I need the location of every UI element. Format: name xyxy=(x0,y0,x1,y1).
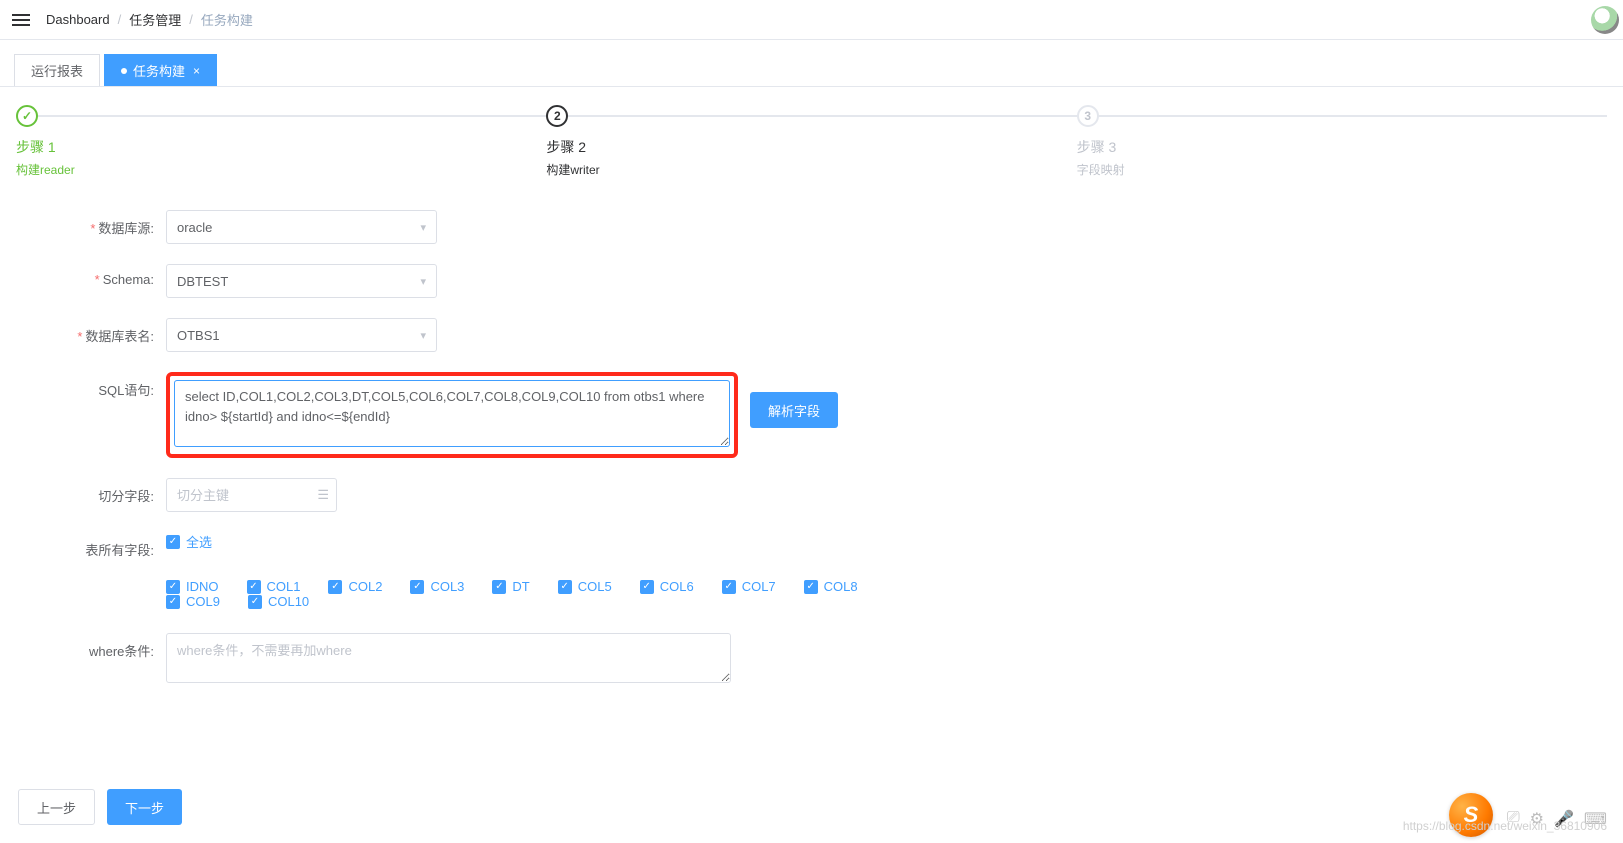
split-key-input[interactable] xyxy=(166,478,337,512)
tray-icon: ⚙ xyxy=(1530,809,1544,829)
system-tray: ⎚ ⚙ 🎤 ⌨ xyxy=(1507,809,1607,829)
checkbox-checked-icon xyxy=(410,580,424,594)
checkbox-checked-icon xyxy=(166,535,180,549)
breadcrumb-item-current: 任务构建 xyxy=(201,10,253,29)
checkbox-label: COL3 xyxy=(430,579,464,594)
tray-icon: ⎚ xyxy=(1507,809,1520,829)
column-checkbox[interactable]: COL10 xyxy=(248,594,309,609)
column-checkbox[interactable]: COL8 xyxy=(804,579,858,594)
checkbox-label: COL2 xyxy=(348,579,382,594)
step-check-icon xyxy=(16,105,38,127)
checkbox-checked-icon xyxy=(328,580,342,594)
column-checkbox[interactable]: COL3 xyxy=(410,579,464,594)
schema-label: *Schema: xyxy=(16,264,166,287)
breadcrumb-item[interactable]: 任务管理 xyxy=(129,10,181,29)
datasource-select[interactable]: oracle ▾ xyxy=(166,210,437,244)
sql-highlight-frame xyxy=(166,372,738,458)
sql-textarea[interactable] xyxy=(174,380,730,447)
table-select[interactable]: OTBS1 ▾ xyxy=(166,318,437,352)
column-checkbox[interactable]: COL6 xyxy=(640,579,694,594)
chevron-down-icon: ▾ xyxy=(420,221,426,234)
column-checkbox[interactable]: COL1 xyxy=(247,579,301,594)
tab-task-build[interactable]: 任务构建 × xyxy=(104,54,217,86)
tab-label: 运行报表 xyxy=(31,61,83,80)
step-2: 2 步骤 2 构建writer xyxy=(546,105,1076,178)
split-label: 切分字段: xyxy=(16,478,166,505)
step-subtitle: 构建writer xyxy=(546,161,1076,178)
checkbox-label: COL5 xyxy=(578,579,612,594)
checkbox-checked-icon xyxy=(640,580,654,594)
tray-icon: 🎤 xyxy=(1554,809,1574,829)
checkbox-checked-icon xyxy=(166,580,180,594)
tab-run-report[interactable]: 运行报表 xyxy=(14,54,100,86)
column-checkbox[interactable]: DT xyxy=(492,579,529,594)
stepper: 步骤 1 构建reader 2 步骤 2 构建writer 3 步骤 3 字段映… xyxy=(16,105,1607,178)
step-title: 步骤 3 xyxy=(1077,137,1607,157)
step-number-icon: 3 xyxy=(1077,105,1099,127)
checkbox-checked-icon xyxy=(722,580,736,594)
chevron-down-icon: ▾ xyxy=(420,275,426,288)
next-step-button[interactable]: 下一步 xyxy=(107,789,182,825)
checkbox-checked-icon xyxy=(558,580,572,594)
select-value: OTBS1 xyxy=(177,328,220,343)
tray-icon: ⌨ xyxy=(1584,809,1607,829)
ime-badge-icon: S xyxy=(1449,793,1493,837)
where-textarea[interactable] xyxy=(166,633,731,683)
breadcrumb-item[interactable]: Dashboard xyxy=(46,12,110,27)
close-icon[interactable]: × xyxy=(193,64,200,78)
checkbox-label: COL8 xyxy=(824,579,858,594)
step-subtitle: 字段映射 xyxy=(1077,161,1607,178)
table-label: *数据库表名: xyxy=(16,318,166,345)
checkbox-label: COL1 xyxy=(267,579,301,594)
column-list: IDNO COL1 COL2 COL3 DT COL5 COL6 COL7 COL8 COL9 CO… xyxy=(16,579,916,609)
breadcrumb-sep: / xyxy=(118,12,122,27)
list-icon[interactable]: ☰ xyxy=(317,487,329,503)
schema-select[interactable]: DBTEST ▾ xyxy=(166,264,437,298)
sql-label: SQL语句: xyxy=(16,372,166,399)
tab-active-dot-icon xyxy=(121,68,127,74)
checkbox-label: DT xyxy=(512,579,529,594)
checkbox-checked-icon xyxy=(248,595,262,609)
step-title: 步骤 1 xyxy=(16,137,546,157)
avatar[interactable] xyxy=(1591,6,1619,34)
column-checkbox[interactable]: COL7 xyxy=(722,579,776,594)
column-checkbox[interactable]: COL5 xyxy=(558,579,612,594)
checkbox-label: 全选 xyxy=(186,532,212,551)
datasource-label: *数据库源: xyxy=(16,210,166,237)
checkbox-label: COL10 xyxy=(268,594,309,609)
step-title: 步骤 2 xyxy=(546,137,1076,157)
checkbox-checked-icon xyxy=(492,580,506,594)
tab-label: 任务构建 xyxy=(133,61,185,80)
select-value: oracle xyxy=(177,220,212,235)
prev-step-button[interactable]: 上一步 xyxy=(18,789,95,825)
checkbox-checked-icon xyxy=(804,580,818,594)
select-value: DBTEST xyxy=(177,274,228,289)
where-label: where条件: xyxy=(16,633,166,660)
allcols-label: 表所有字段: xyxy=(16,532,166,559)
checkbox-label: COL6 xyxy=(660,579,694,594)
checkbox-label: IDNO xyxy=(186,579,219,594)
select-all-checkbox[interactable]: 全选 xyxy=(166,532,212,551)
step-3: 3 步骤 3 字段映射 xyxy=(1077,105,1607,178)
checkbox-label: COL7 xyxy=(742,579,776,594)
breadcrumb-sep: / xyxy=(189,12,193,27)
step-1: 步骤 1 构建reader xyxy=(16,105,546,178)
step-subtitle: 构建reader xyxy=(16,161,546,178)
chevron-down-icon: ▾ xyxy=(420,329,426,342)
checkbox-checked-icon xyxy=(247,580,261,594)
breadcrumb: Dashboard / 任务管理 / 任务构建 xyxy=(46,10,253,29)
column-checkbox[interactable]: IDNO xyxy=(166,579,219,594)
column-checkbox[interactable]: COL2 xyxy=(328,579,382,594)
checkbox-label: COL9 xyxy=(186,594,220,609)
column-checkbox[interactable]: COL9 xyxy=(166,594,220,609)
step-number-icon: 2 xyxy=(546,105,568,127)
menu-toggle-icon[interactable] xyxy=(12,11,30,29)
checkbox-checked-icon xyxy=(166,595,180,609)
parse-fields-button[interactable]: 解析字段 xyxy=(750,392,838,428)
